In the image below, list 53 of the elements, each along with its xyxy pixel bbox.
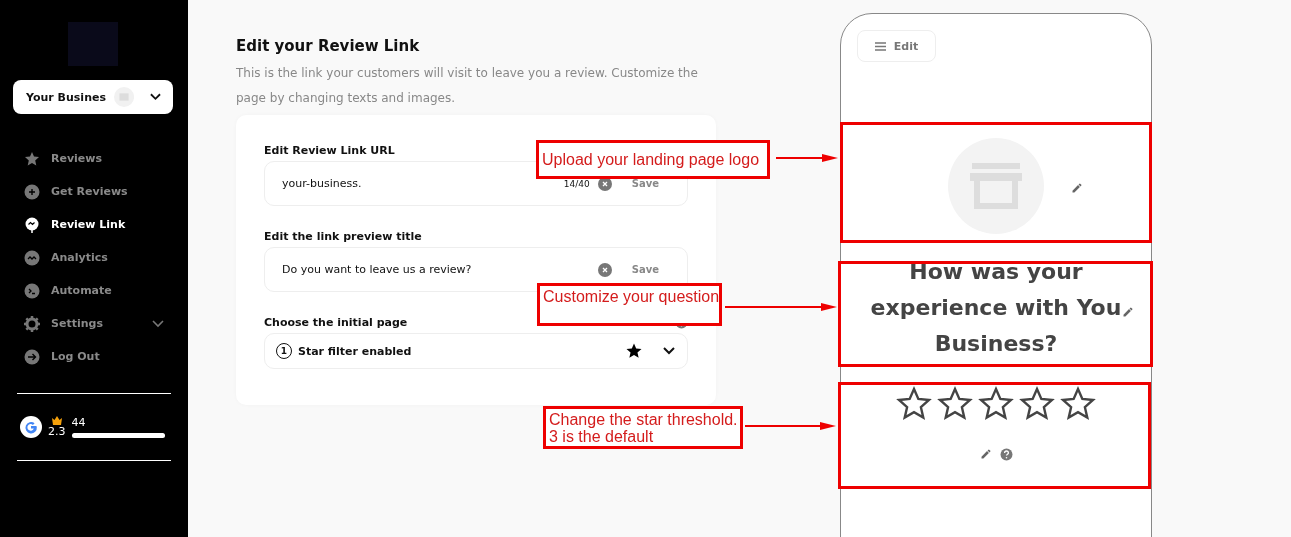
star-icon[interactable] [896,386,932,422]
nav-item[interactable]: Automate [0,274,188,307]
menu-icon [874,41,886,51]
nav-item[interactable]: Settings [0,307,188,340]
review-count: 44 [71,416,87,429]
edit-button[interactable]: Edit [857,30,936,62]
pencil-icon[interactable] [979,448,992,460]
nav-item[interactable]: Analytics [0,241,188,274]
field-label: Edit Review Link URL [264,144,395,157]
star-icon [24,150,40,167]
page-description: This is the link your customers will visit to leave you a review. Customize the page by changing texts and images. [236,65,699,107]
save-button[interactable]: Save [631,178,659,189]
terminal-circle-icon [24,282,40,299]
nav-item[interactable]: Review Link [0,208,188,241]
annotation-tooltip: Customize your question [537,283,722,326]
chevron-icon[interactable] [152,319,164,328]
wave-circle-icon [24,249,40,266]
crown-icon [51,416,62,425]
page-title: Edit your Review Link [236,37,421,55]
store-icon [114,86,135,108]
business-selector[interactable]: Your Busines [13,80,173,114]
help-icon[interactable] [999,448,1013,461]
star-icon[interactable] [978,386,1014,422]
annotation-tooltip: Change the star threshold. 3 is the default [543,406,743,449]
plus-circle-icon [24,183,40,200]
google-icon [20,416,42,438]
nav-item[interactable]: Get Reviews [0,175,188,208]
arrow-circle-icon [24,348,40,365]
pencil-icon[interactable] [1122,306,1134,318]
star-icon[interactable] [937,386,973,422]
pencil-icon[interactable] [1071,182,1083,194]
field-label: Choose the initial page [264,316,408,329]
nav-item[interactable]: Reviews [0,142,188,175]
field-label: Edit the link preview title [264,230,422,243]
question-text: Business? [934,330,1058,358]
rating-score: 2.3 [48,425,66,438]
chat-bubble-icon [24,216,40,233]
annotation-tooltip: Upload your landing page logo [536,140,770,179]
clear-icon[interactable] [597,262,612,277]
save-button[interactable]: Save [631,264,659,275]
character-counter: 14/40 [563,178,590,189]
settings-icon [24,315,40,332]
star-icon [625,342,643,360]
question-text: experience with You [870,294,1122,322]
question-text: How was your [909,258,1083,286]
initial-page-select[interactable]: 1 Star filter enabled [264,333,688,369]
annotation-arrow [776,153,838,163]
star-icon[interactable] [1019,386,1055,422]
chevron-down-icon [150,93,161,101]
chevron-down-icon [663,347,675,355]
logo-placeholder [68,22,118,66]
star-icon[interactable] [1060,386,1096,422]
nav-item[interactable]: Log Out [0,340,188,373]
